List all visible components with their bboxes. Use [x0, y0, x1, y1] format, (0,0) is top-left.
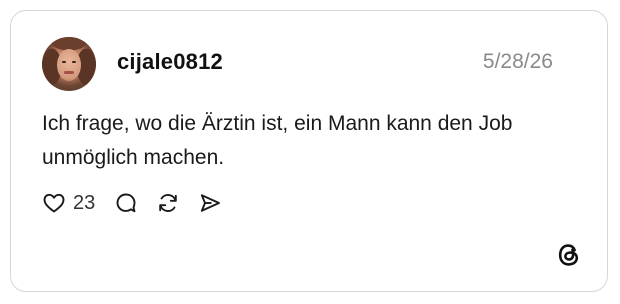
comment-icon[interactable]	[113, 190, 139, 216]
username[interactable]: cijale0812	[117, 49, 223, 75]
avatar-face	[57, 49, 81, 81]
avatar-mouth	[64, 71, 74, 74]
avatar-eye	[62, 61, 66, 63]
avatar[interactable]	[42, 37, 96, 91]
repost-icon[interactable]	[155, 190, 181, 216]
action-bar: 23	[41, 189, 223, 217]
post-date: 5/28/26	[482, 50, 553, 73]
share-icon[interactable]	[197, 190, 223, 216]
avatar-eye	[72, 61, 76, 63]
post-card: cijale0812 5/28/26 Ich frage, wo die Ärz…	[10, 10, 608, 292]
like-count: 23	[73, 192, 96, 214]
heart-icon[interactable]	[41, 190, 67, 216]
threads-logo-icon	[555, 241, 583, 269]
post-text: Ich frage, wo die Ärztin ist, ein Mann k…	[42, 112, 513, 169]
